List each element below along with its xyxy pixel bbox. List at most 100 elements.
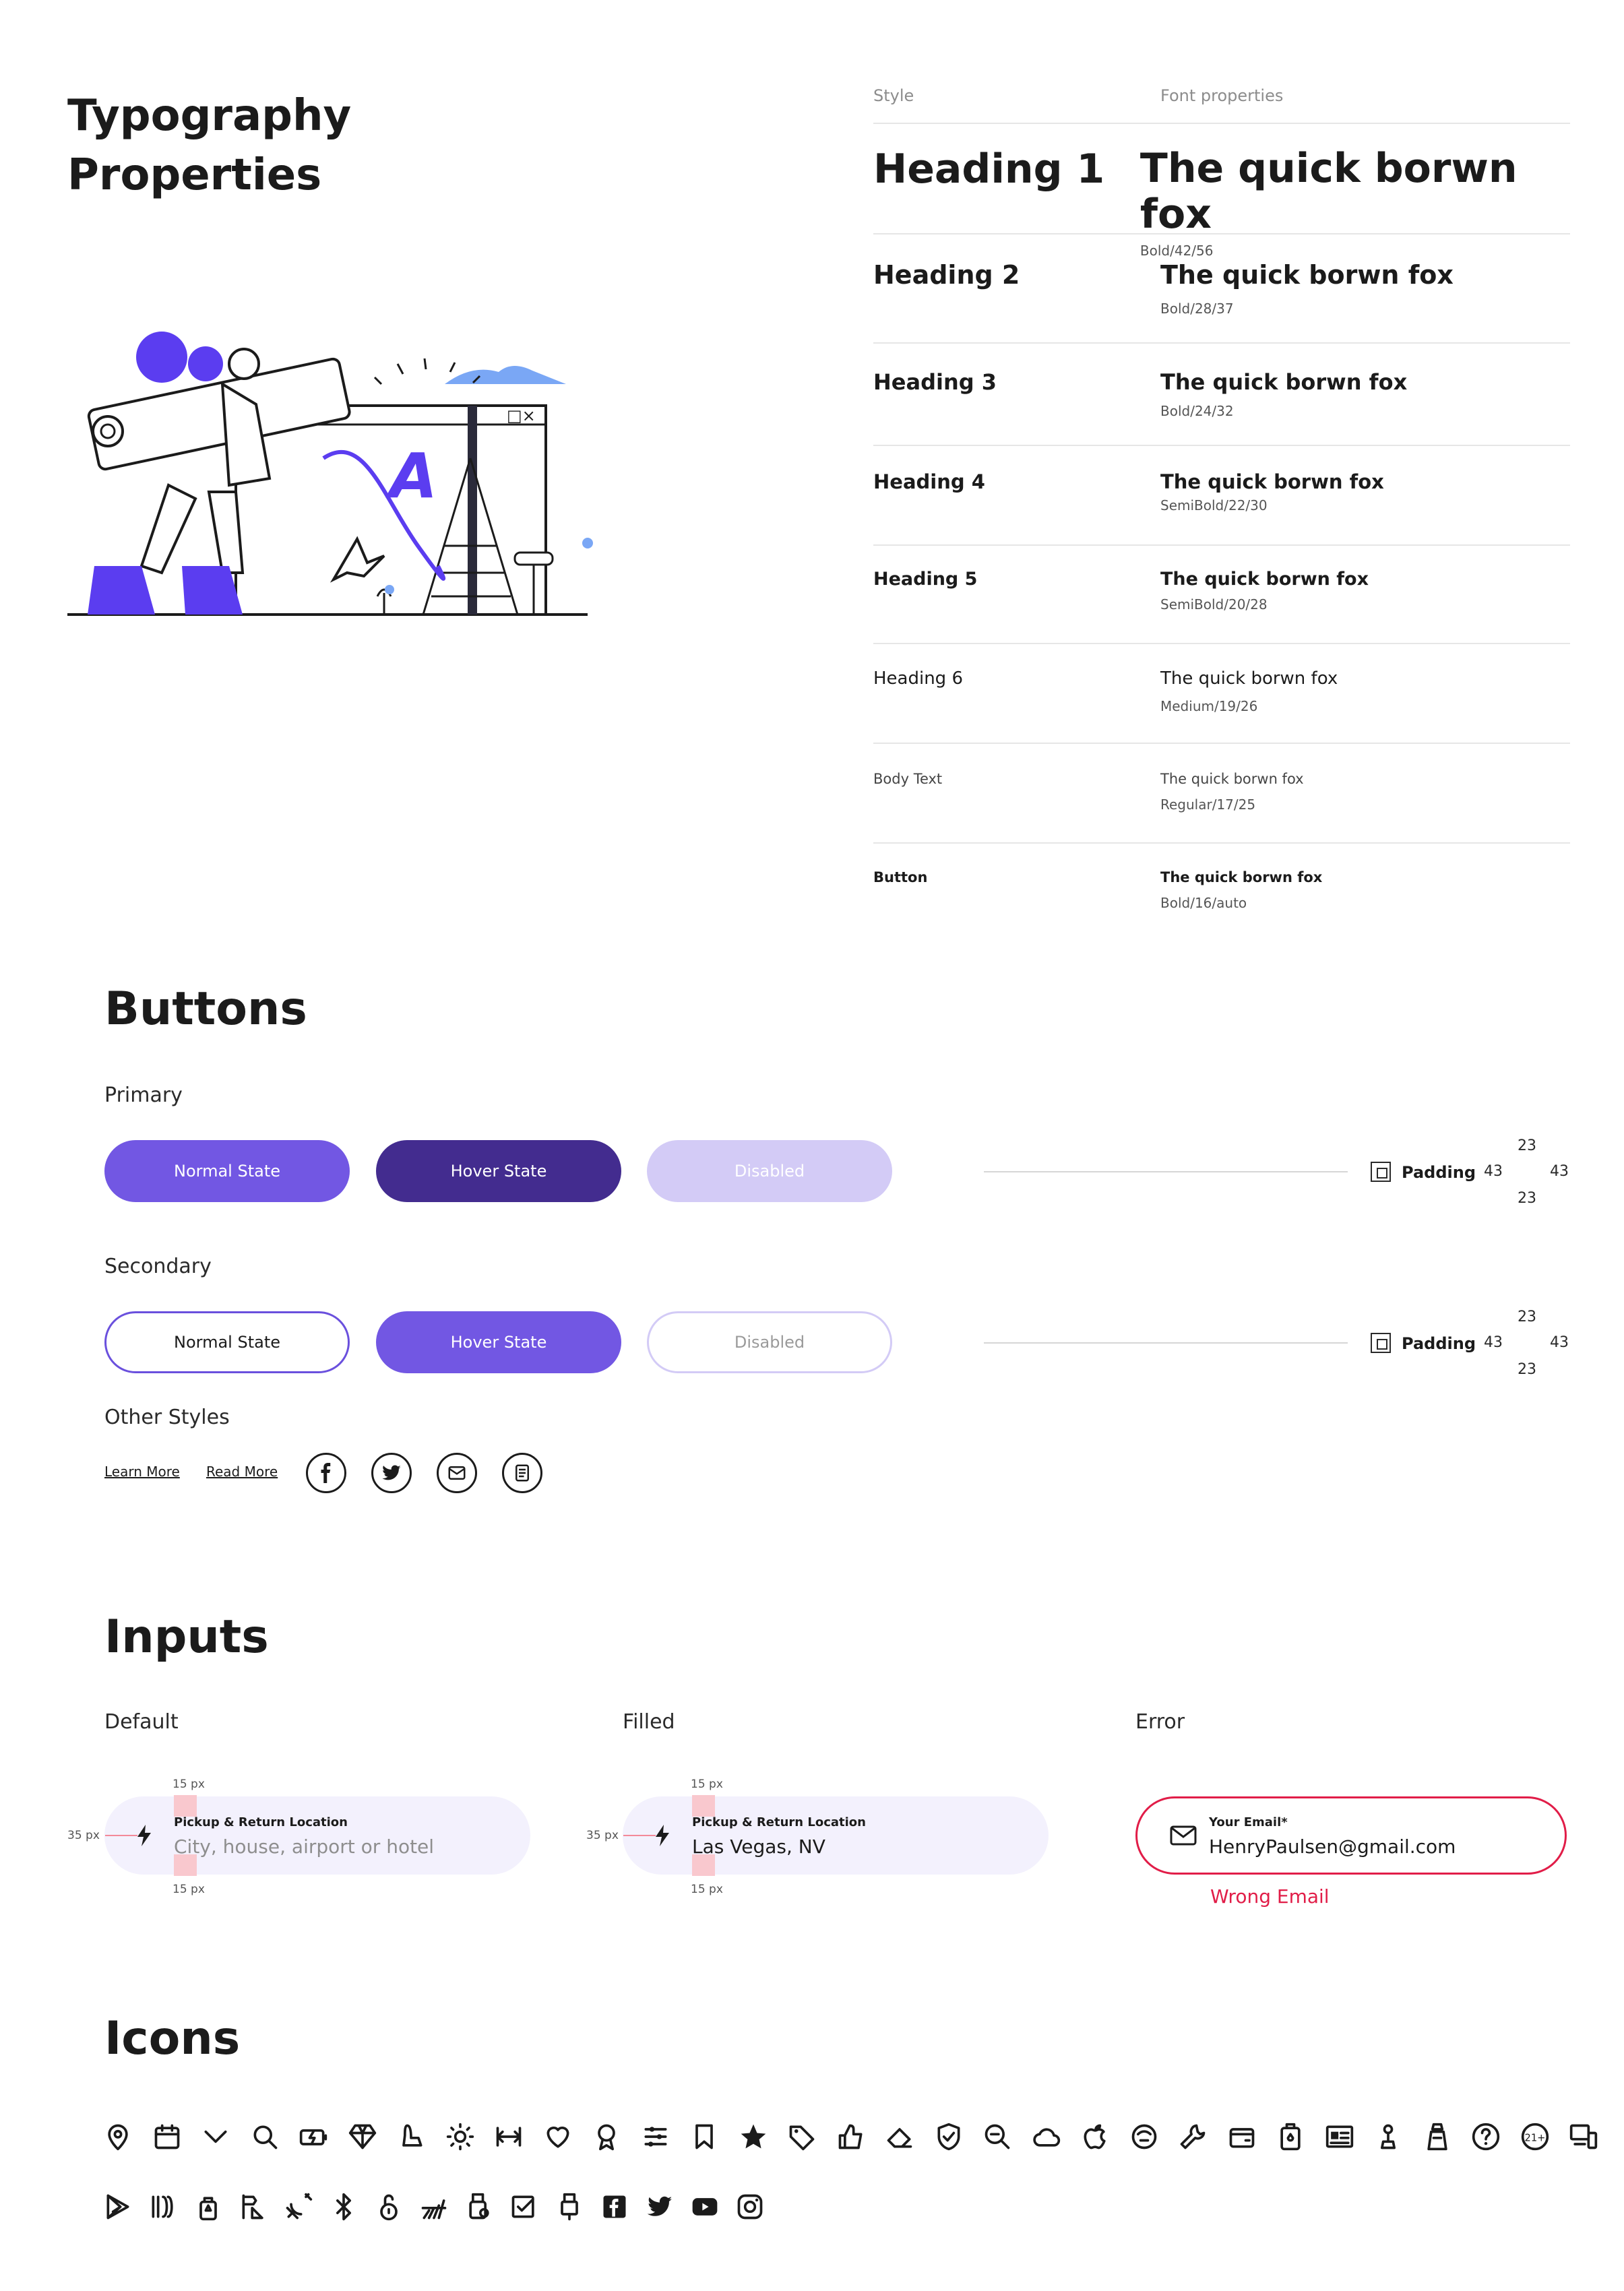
mail-icon[interactable] [437,1453,477,1493]
mail-icon [1170,1825,1197,1846]
input-label: Pickup & Return Location [692,1815,866,1829]
filled-label: Filled [623,1710,675,1734]
guide-line [984,1342,1348,1344]
pickup-location-input-filled[interactable] [623,1796,1049,1875]
error-message: Wrong Email [1210,1885,1330,1908]
input-label: Your Email* [1209,1815,1288,1829]
error-label: Error [1135,1710,1185,1734]
input-placeholder: City, house, airport or hotel [174,1835,435,1858]
star-icon [737,2120,770,2154]
col-font-properties: Font properties [1160,86,1284,105]
font-sample: The quick borwn fox [1160,470,1384,493]
inputs-title: Inputs [104,1610,269,1664]
heart-icon [541,2120,575,2154]
style-name: Heading 3 [873,369,997,395]
style-name: Heading 1 [873,146,1105,193]
style-name: Heading 4 [873,470,985,493]
primary-hover-button[interactable]: Hover State [376,1140,621,1202]
youtube-icon [688,2190,722,2224]
facebook-icon[interactable] [306,1453,346,1493]
font-props: SemiBold/20/28 [1160,596,1268,613]
usb-icon [553,2190,586,2224]
padding-right: 43 [1550,1334,1569,1351]
cloud-icon [1030,2120,1063,2154]
measure-marker [105,1835,137,1836]
font-props: Bold/16/auto [1160,895,1247,911]
padding-label: Padding [1402,1334,1476,1353]
satellite-off-icon [282,2190,315,2224]
guide-line [984,1171,1348,1172]
play-store-icon [101,2190,135,2224]
lightning-icon [656,1825,669,1846]
default-label: Default [104,1710,179,1734]
style-name: Body Text [873,771,943,787]
car-seat-icon [394,2120,428,2154]
font-sample: The quick borwn fox [1160,771,1304,787]
typo-row-body: Body Text The quick borwn fox Regular/17… [873,744,1570,844]
primary-disabled-button: Disabled [647,1140,892,1202]
col-style: Style [873,86,914,105]
input-value: HenryPaulsen@gmail.com [1209,1835,1456,1858]
learn-more-link[interactable]: Learn More [104,1464,180,1480]
driver-icon [1127,2120,1161,2154]
primary-label: Primary [104,1084,183,1107]
secondary-normal-button[interactable]: Normal State [104,1311,350,1373]
font-props: Regular/17/25 [1160,796,1256,813]
typo-row-button: Button The quick borwn fox Bold/16/auto [873,844,1570,933]
fuel-can-icon [1274,2120,1307,2154]
typography-table: Style Font properties Heading 1 The quic… [873,86,1570,933]
document-icon[interactable] [502,1453,542,1493]
twitter-icon [643,2190,677,2224]
typo-row-h3: Heading 3 The quick borwn fox Bold/24/32 [873,344,1570,446]
wheels-icon [146,2190,180,2224]
award-icon [590,2120,623,2154]
twitter-icon[interactable] [371,1453,412,1493]
measure-label: 15 px [173,1778,205,1791]
font-props: Bold/28/37 [1160,301,1234,317]
search-icon [248,2120,282,2154]
apple-icon [1078,2120,1112,2154]
eraser-icon [883,2120,916,2154]
svg-text:_□×: _□× [498,406,536,425]
typo-row-h4: Heading 4 The quick borwn fox SemiBold/2… [873,446,1570,546]
font-sample: The quick borwn fox [1160,260,1454,290]
calendar-icon [150,2120,184,2154]
style-name: Button [873,869,928,885]
padding-top: 23 [1518,1137,1536,1154]
secondary-disabled-button: Disabled [647,1311,892,1373]
font-props: Bold/42/56 [1139,243,1214,259]
bookmark-icon [687,2120,721,2154]
page-title: Typography Properties [67,91,352,200]
padding-label: Padding [1402,1163,1476,1182]
typography-table-header: Style Font properties [873,86,1570,124]
tools-icon [417,2190,451,2224]
measure-label: 15 px [691,1778,723,1791]
tag-icon [785,2120,819,2154]
secondary-hover-button[interactable]: Hover State [376,1311,621,1373]
measure-marker [174,1795,197,1817]
thumbs-up-icon [834,2120,868,2154]
other-styles-label: Other Styles [104,1406,230,1429]
padding-left: 43 [1484,1163,1503,1180]
measure-label: 15 px [691,1883,723,1896]
read-more-link[interactable]: Read More [206,1464,278,1480]
sun-icon [443,2120,477,2154]
primary-normal-button[interactable]: Normal State [104,1140,350,1202]
measure-label: 35 px [586,1829,619,1842]
font-sample: The quick borwn fox [1160,369,1408,395]
battery-charging-icon [296,2120,330,2154]
measure-marker [623,1835,656,1836]
style-name: Heading 6 [873,668,963,689]
usb-drive-icon [462,2190,496,2224]
unlock-icon [372,2190,406,2224]
padding-left: 43 [1484,1334,1503,1351]
typo-row-h5: Heading 5 The quick borwn fox SemiBold/2… [873,546,1570,644]
wrench-icon [1176,2120,1210,2154]
measure-marker [692,1795,715,1817]
checkbox-icon [507,2190,541,2224]
style-name: Heading 2 [873,260,1020,290]
bluetooth-icon [327,2190,361,2224]
input-value: Las Vegas, NV [692,1835,825,1858]
padding-right: 43 [1550,1163,1569,1180]
location-pin-icon [101,2120,135,2154]
